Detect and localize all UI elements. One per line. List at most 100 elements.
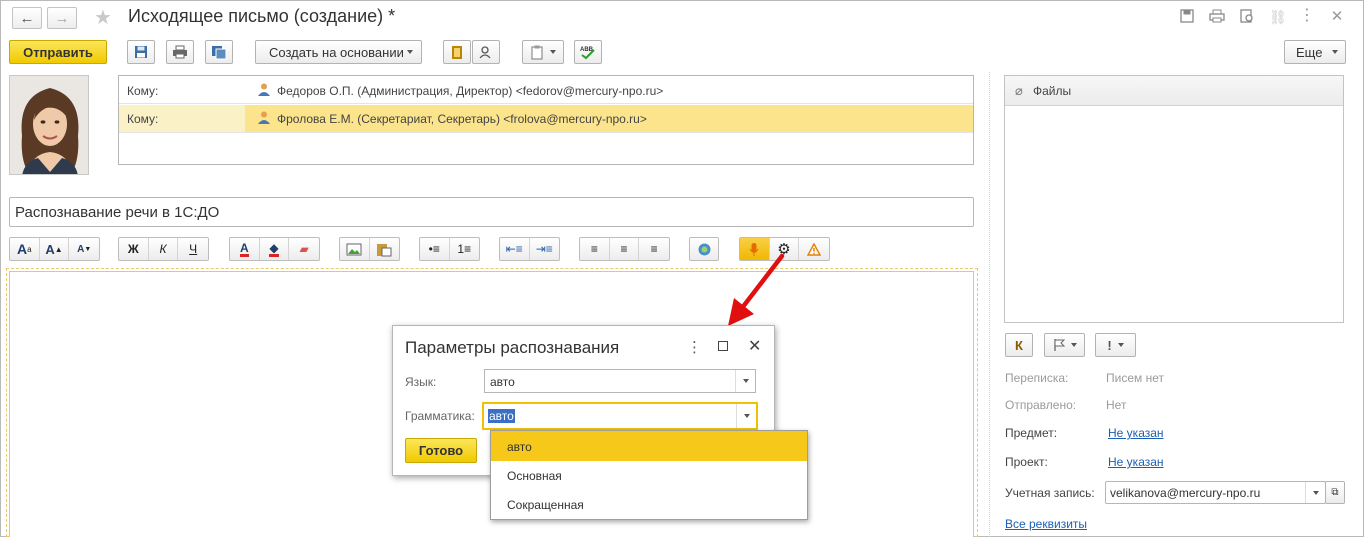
dropdown-option[interactable]: авто bbox=[491, 431, 807, 461]
font-size-group: Aa A ▲ A ▼ bbox=[9, 237, 100, 261]
chevron-down-icon[interactable] bbox=[735, 370, 755, 392]
bullet-list-icon[interactable]: •≡ bbox=[420, 238, 450, 260]
clipboard-icon bbox=[531, 45, 543, 59]
subject-meta-link[interactable]: Не указан bbox=[1108, 426, 1164, 440]
more-label: Еще bbox=[1296, 44, 1323, 60]
back-icon: ← bbox=[19, 9, 35, 27]
panel-divider bbox=[989, 72, 990, 537]
correspondence-value: Писем нет bbox=[1106, 371, 1164, 385]
numbered-list-icon[interactable]: 1≡ bbox=[450, 238, 479, 260]
importance-label: ! bbox=[1107, 337, 1112, 353]
spellcheck-button[interactable]: ABB bbox=[574, 40, 602, 64]
back-button[interactable]: ← bbox=[12, 7, 42, 29]
sent-value: Нет bbox=[1106, 398, 1127, 412]
create-basis-button[interactable]: Создать на основании bbox=[255, 40, 422, 64]
emoji-group bbox=[689, 237, 719, 261]
recipient-row[interactable]: Кому: Фролова Е.М. (Секретариат, Секрета… bbox=[119, 105, 973, 132]
print-button[interactable] bbox=[166, 40, 194, 64]
preview-icon[interactable] bbox=[1239, 9, 1255, 25]
chevron-down-icon[interactable] bbox=[736, 404, 756, 428]
emoji-icon[interactable] bbox=[690, 238, 718, 260]
star-icon[interactable]: ★ bbox=[94, 5, 112, 30]
language-value: авто bbox=[490, 375, 515, 389]
open-account-button[interactable]: ⧉ bbox=[1325, 481, 1345, 504]
align-center-icon[interactable]: ≡ bbox=[610, 238, 640, 260]
align-group: ≡ ≡ ≡ bbox=[579, 237, 670, 261]
grammar-select[interactable]: авто bbox=[482, 402, 758, 430]
files-title: Файлы bbox=[1033, 84, 1072, 98]
insert-group bbox=[339, 237, 400, 261]
underline-button[interactable]: Ч bbox=[178, 238, 208, 260]
all-details-link[interactable]: Все реквизиты bbox=[1005, 517, 1087, 531]
eraser-icon[interactable]: ▰ bbox=[289, 238, 319, 260]
text-style-group: Ж К Ч bbox=[118, 237, 209, 261]
account-value: velikanova@mercury-npo.ru bbox=[1110, 486, 1261, 500]
font-decrease-icon[interactable]: A ▼ bbox=[69, 238, 99, 260]
link-icon[interactable]: ⛓ bbox=[1269, 9, 1287, 25]
page-title: Исходящее письмо (создание) * bbox=[128, 6, 396, 26]
dropdown-option[interactable]: Основная bbox=[491, 461, 807, 490]
align-right-icon[interactable]: ≡ bbox=[639, 238, 669, 260]
dropdown-option-label: авто bbox=[507, 440, 532, 454]
recipients-list: Кому: Федоров О.П. (Администрация, Дирек… bbox=[118, 75, 974, 165]
project-label: Проект: bbox=[1005, 455, 1048, 469]
align-left-icon[interactable]: ≡ bbox=[580, 238, 610, 260]
account-select[interactable]: velikanova@mercury-npo.ru bbox=[1105, 481, 1326, 504]
image-icon[interactable] bbox=[340, 238, 370, 260]
dialog-more-icon[interactable]: ⋮ bbox=[687, 338, 702, 356]
font-increase-icon[interactable]: A ▲ bbox=[40, 238, 70, 260]
close-icon[interactable]: ✕ bbox=[1329, 9, 1345, 25]
open-icon: ⧉ bbox=[1331, 487, 1339, 498]
project-link[interactable]: Не указан bbox=[1108, 455, 1164, 469]
chevron-down-icon bbox=[1332, 50, 1338, 54]
flag-button[interactable] bbox=[1044, 333, 1085, 357]
bold-button[interactable]: Ж bbox=[119, 238, 149, 260]
warning-icon[interactable] bbox=[799, 238, 829, 260]
list-group: •≡ 1≡ bbox=[419, 237, 480, 261]
avatar bbox=[9, 75, 89, 175]
grammar-label: Грамматика: bbox=[405, 409, 475, 423]
save-copy-button[interactable] bbox=[205, 40, 233, 64]
grammar-value: авто bbox=[488, 409, 515, 423]
subject-input[interactable]: Распознавание речи в 1С:ДО bbox=[9, 197, 974, 227]
more-button[interactable]: Еще bbox=[1284, 40, 1346, 64]
close-icon[interactable]: ✕ bbox=[748, 336, 761, 356]
grammar-dropdown-list: авто Основная Сокращенная bbox=[490, 430, 808, 520]
fill-color-icon[interactable]: ◆ bbox=[260, 238, 290, 260]
paste-image-icon[interactable] bbox=[370, 238, 399, 260]
chevron-down-icon[interactable] bbox=[1305, 482, 1325, 503]
more-icon[interactable]: ⋮ bbox=[1299, 8, 1315, 25]
outdent-icon[interactable]: ⇤≡ bbox=[500, 238, 530, 260]
dropdown-option[interactable]: Сокращенная bbox=[491, 490, 807, 519]
chevron-down-icon bbox=[550, 50, 556, 54]
language-select[interactable]: авто bbox=[484, 369, 756, 393]
ok-button[interactable]: Готово bbox=[405, 438, 477, 463]
files-panel: ⌀ Файлы bbox=[1004, 75, 1344, 323]
indent-group: ⇤≡ ⇥≡ bbox=[499, 237, 560, 261]
dialog-title: Параметры распознавания bbox=[405, 338, 620, 357]
forward-button[interactable]: → bbox=[47, 7, 77, 29]
importance-button[interactable]: ! bbox=[1095, 333, 1136, 357]
contacts-button[interactable] bbox=[443, 40, 471, 64]
send-button[interactable]: Отправить bbox=[9, 40, 107, 64]
user-button[interactable] bbox=[472, 40, 500, 64]
sent-label: Отправлено: bbox=[1005, 398, 1077, 412]
copy-save-icon bbox=[212, 45, 227, 59]
recipient-row[interactable]: Кому: Федоров О.П. (Администрация, Дирек… bbox=[119, 76, 973, 104]
save-icon[interactable] bbox=[1179, 9, 1195, 25]
clipboard-menu-button[interactable] bbox=[522, 40, 564, 64]
save-icon bbox=[135, 46, 147, 58]
category-button[interactable]: К bbox=[1005, 333, 1033, 357]
italic-button[interactable]: К bbox=[149, 238, 179, 260]
dropdown-option-label: Сокращенная bbox=[507, 498, 584, 512]
person-icon bbox=[257, 110, 271, 128]
indent-icon[interactable]: ⇥≡ bbox=[530, 238, 559, 260]
maximize-icon[interactable] bbox=[718, 341, 728, 351]
recipient-value: Фролова Е.М. (Секретариат, Секретарь) <f… bbox=[277, 112, 647, 126]
paperclip-icon: ⌀ bbox=[1015, 83, 1023, 98]
print-icon[interactable] bbox=[1209, 9, 1225, 25]
font-size-icon[interactable]: Aa bbox=[10, 238, 40, 260]
text-color-icon[interactable]: A bbox=[230, 238, 260, 260]
save-button[interactable] bbox=[127, 40, 155, 64]
italic-label: К bbox=[159, 242, 167, 256]
